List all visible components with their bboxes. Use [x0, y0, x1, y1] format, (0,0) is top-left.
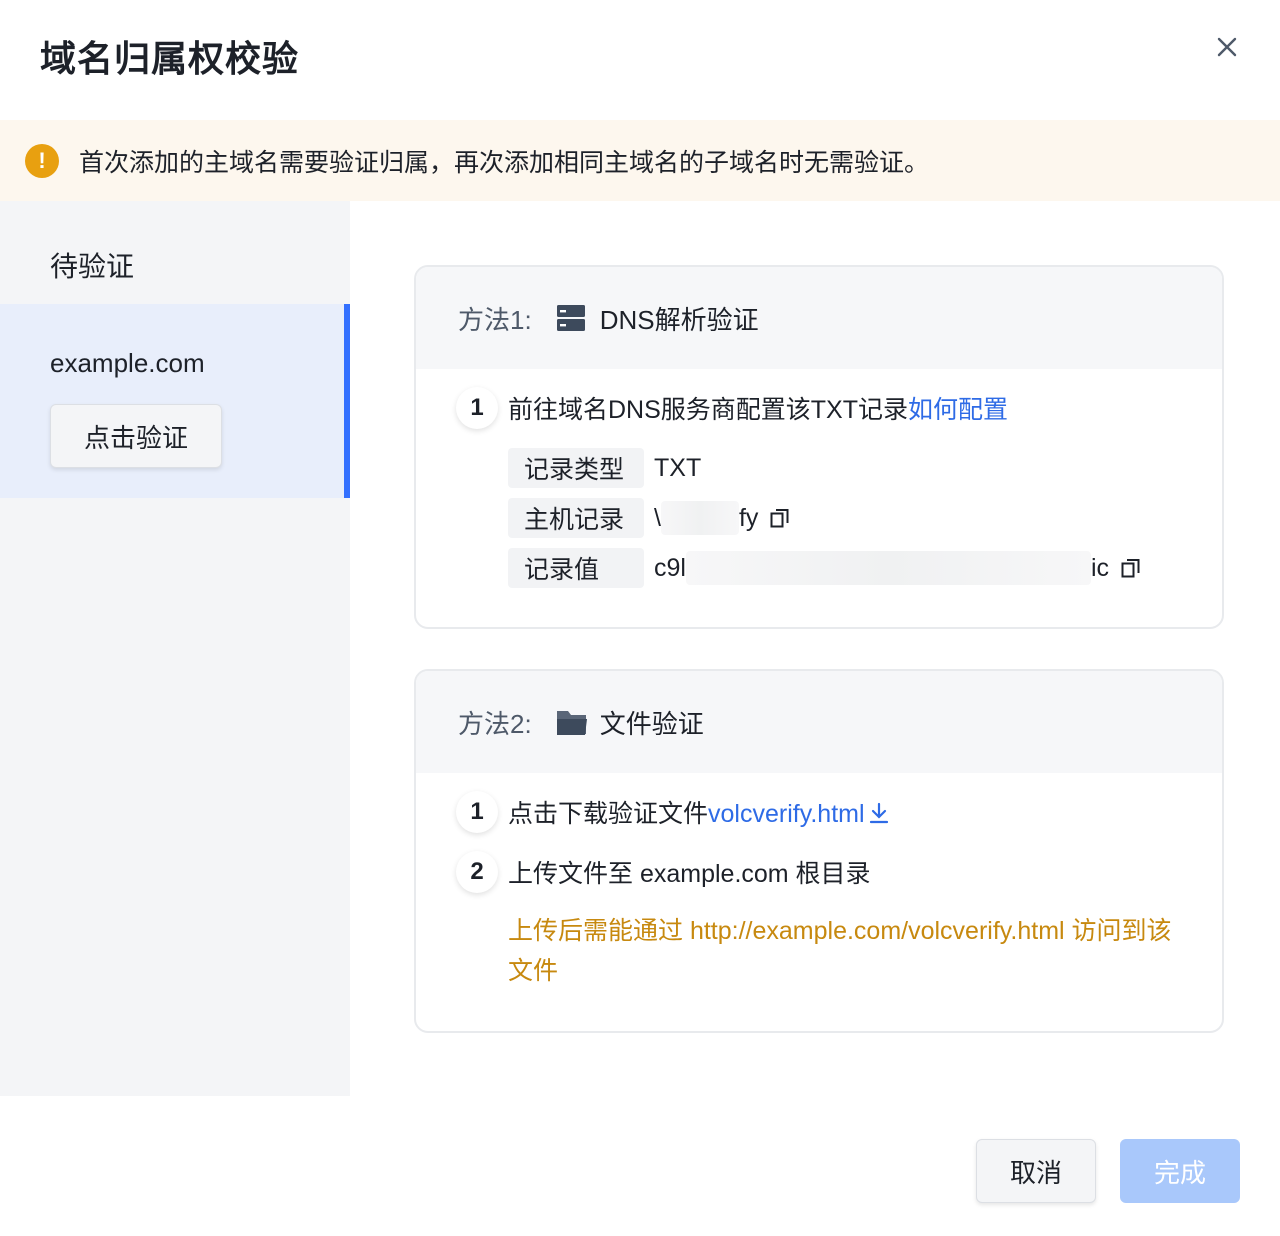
record-type-row: 记录类型 TXT	[508, 448, 701, 488]
download-file-link[interactable]: volcverify.html	[708, 800, 890, 828]
download-file-name: volcverify.html	[708, 800, 865, 828]
download-icon	[869, 802, 888, 824]
how-to-configure-link[interactable]: 如何配置	[908, 396, 1008, 424]
method2-label: 方法2:	[458, 708, 532, 739]
record-value-value: c9l ic	[654, 551, 1141, 585]
close-icon	[1217, 37, 1237, 57]
host-record-row: 主机记录 \ fy	[508, 498, 790, 538]
record-value-key: 记录值	[508, 548, 644, 588]
file-step-2: 2 上传文件至 example.com 根目录	[456, 851, 871, 893]
close-button[interactable]	[1208, 28, 1246, 66]
step-text: 点击下载验证文件volcverify.html	[508, 794, 890, 830]
method1-label: 方法1:	[458, 304, 532, 335]
sidebar: 待验证 example.com 点击验证	[0, 201, 350, 1096]
dns-step-1: 1 前往域名DNS服务商配置该TXT记录如何配置	[456, 387, 1008, 429]
host-record-key: 主机记录	[508, 498, 644, 538]
method2-title: 文件验证	[599, 708, 704, 739]
dialog-title: 域名归属权校验	[40, 38, 300, 79]
verify-button[interactable]: 点击验证	[50, 404, 222, 468]
record-type-key: 记录类型	[508, 448, 644, 488]
dns-step-text: 前往域名DNS服务商配置该TXT记录	[508, 396, 909, 424]
notice-text: 首次添加的主域名需要验证归属，再次添加相同主域名的子域名时无需验证。	[79, 148, 930, 177]
host-record-value-start: \	[654, 503, 661, 532]
cancel-button[interactable]: 取消	[976, 1139, 1096, 1203]
sidebar-item-domain[interactable]: example.com 点击验证	[0, 304, 350, 498]
file-step-1: 1 点击下载验证文件volcverify.html	[456, 791, 890, 833]
download-step-text: 点击下载验证文件	[508, 800, 709, 828]
step-text: 前往域名DNS服务商配置该TXT记录如何配置	[508, 390, 1008, 426]
sidebar-heading: 待验证	[50, 251, 135, 282]
step-number: 1	[456, 791, 498, 833]
copy-icon[interactable]	[770, 507, 790, 529]
record-value-end: ic	[1090, 553, 1110, 582]
done-button[interactable]: 完成	[1120, 1139, 1240, 1203]
sidebar-domain-label: example.com	[50, 348, 205, 378]
file-method-card: 方法2: 文件验证 1 点击下载验证文件volcverify.html 2 上传…	[414, 669, 1224, 1033]
host-record-value-end: fy	[738, 503, 759, 532]
copy-icon[interactable]	[1121, 557, 1141, 579]
folder-icon	[556, 707, 588, 737]
file-method-header: 方法2: 文件验证	[416, 671, 1222, 773]
redacted-area	[660, 501, 739, 535]
server-icon	[556, 303, 588, 333]
warning-icon: !	[25, 143, 59, 178]
host-record-value: \ fy	[654, 501, 790, 535]
upload-step-text: 上传文件至 example.com 根目录	[508, 860, 871, 888]
record-value-row: 记录值 c9l ic	[508, 548, 1141, 588]
redacted-area	[685, 551, 1091, 585]
step-number: 1	[456, 387, 498, 429]
step-number: 2	[456, 851, 498, 893]
notice-banner: ! 首次添加的主域名需要验证归属，再次添加相同主域名的子域名时无需验证。	[0, 120, 1280, 201]
upload-note: 上传后需能通过 http://example.com/volcverify.ht…	[508, 917, 1172, 985]
method1-title: DNS解析验证	[599, 304, 759, 335]
dialog-footer: 取消 完成	[0, 1096, 1280, 1236]
record-value-start: c9l	[654, 553, 686, 582]
dns-method-header: 方法1: DNS解析验证	[416, 267, 1222, 369]
dns-method-card: 方法1: DNS解析验证 1 前往域名DNS服务商配置该TXT记录如何配置 记录…	[414, 265, 1224, 629]
record-type-value: TXT	[654, 453, 702, 482]
